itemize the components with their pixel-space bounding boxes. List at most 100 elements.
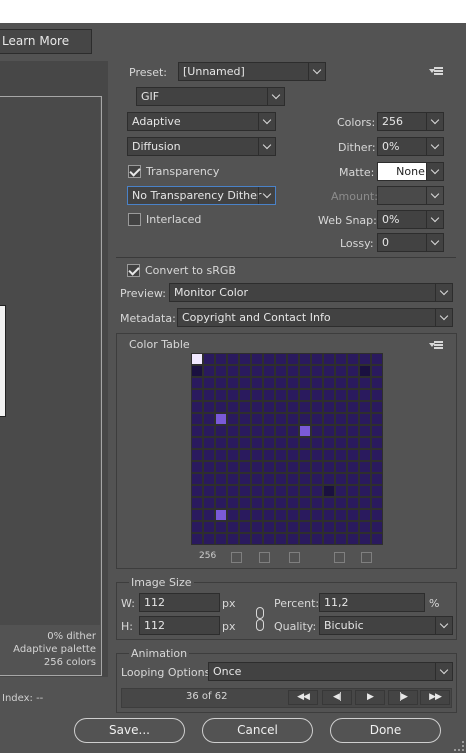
next-frame-button[interactable]: |▶	[388, 690, 418, 705]
color-swatch[interactable]	[371, 353, 383, 365]
color-swatch[interactable]	[191, 437, 203, 449]
color-swatch[interactable]	[287, 389, 299, 401]
color-swatch[interactable]	[347, 449, 359, 461]
color-swatch[interactable]	[251, 497, 263, 509]
color-swatch[interactable]	[323, 377, 335, 389]
color-swatch[interactable]	[227, 353, 239, 365]
color-swatch[interactable]	[239, 389, 251, 401]
color-swatch[interactable]	[227, 461, 239, 473]
dither-algorithm-select[interactable]: Diffusion	[127, 137, 276, 156]
color-swatch[interactable]	[191, 521, 203, 533]
color-swatch[interactable]	[359, 365, 371, 377]
color-swatch[interactable]	[371, 521, 383, 533]
color-swatch[interactable]	[251, 473, 263, 485]
color-swatch[interactable]	[323, 497, 335, 509]
matte-select[interactable]: None	[377, 162, 444, 181]
color-swatch[interactable]	[239, 473, 251, 485]
color-swatch[interactable]	[323, 509, 335, 521]
color-swatch[interactable]	[311, 449, 323, 461]
metadata-select[interactable]: Copyright and Contact Info	[177, 308, 453, 327]
color-swatch[interactable]	[311, 401, 323, 413]
map-to-transparent-icon[interactable]	[231, 552, 242, 563]
reduction-select[interactable]: Adaptive	[127, 112, 276, 131]
colors-select[interactable]: 256	[377, 112, 444, 131]
color-swatch[interactable]	[251, 437, 263, 449]
color-swatch[interactable]	[251, 509, 263, 521]
color-swatch[interactable]	[263, 497, 275, 509]
color-swatch[interactable]	[227, 425, 239, 437]
color-swatch[interactable]	[191, 509, 203, 521]
color-swatch[interactable]	[347, 509, 359, 521]
color-swatch[interactable]	[347, 365, 359, 377]
color-swatch[interactable]	[323, 461, 335, 473]
color-swatch[interactable]	[359, 509, 371, 521]
color-swatch[interactable]	[215, 461, 227, 473]
color-swatch[interactable]	[251, 425, 263, 437]
color-swatch[interactable]	[347, 401, 359, 413]
color-swatch[interactable]	[275, 461, 287, 473]
color-swatch[interactable]	[239, 533, 251, 545]
color-swatch[interactable]	[251, 533, 263, 545]
color-swatch[interactable]	[371, 389, 383, 401]
color-swatch[interactable]	[347, 377, 359, 389]
color-swatch[interactable]	[239, 449, 251, 461]
color-swatch[interactable]	[251, 413, 263, 425]
color-swatch[interactable]	[311, 461, 323, 473]
color-swatch[interactable]	[215, 353, 227, 365]
transparency-checkbox[interactable]	[128, 165, 141, 178]
color-swatch[interactable]	[275, 389, 287, 401]
color-swatch[interactable]	[347, 485, 359, 497]
color-swatch[interactable]	[299, 389, 311, 401]
color-swatch[interactable]	[335, 401, 347, 413]
color-swatch[interactable]	[371, 485, 383, 497]
color-swatch[interactable]	[287, 425, 299, 437]
color-swatch[interactable]	[191, 485, 203, 497]
color-swatch[interactable]	[275, 425, 287, 437]
color-swatch[interactable]	[227, 377, 239, 389]
color-swatch[interactable]	[263, 353, 275, 365]
color-swatch[interactable]	[299, 365, 311, 377]
color-swatch[interactable]	[311, 353, 323, 365]
color-swatch[interactable]	[299, 473, 311, 485]
color-swatch[interactable]	[275, 437, 287, 449]
save-button[interactable]: Save...	[74, 718, 185, 743]
cancel-button[interactable]: Cancel	[202, 718, 313, 743]
color-swatch[interactable]	[251, 461, 263, 473]
color-swatch[interactable]	[263, 425, 275, 437]
color-swatch[interactable]	[371, 461, 383, 473]
color-table-menu-icon[interactable]	[429, 341, 443, 350]
color-swatch[interactable]	[347, 425, 359, 437]
color-swatch[interactable]	[215, 521, 227, 533]
color-swatch[interactable]	[347, 353, 359, 365]
websnap-select[interactable]: 0%	[377, 210, 444, 229]
color-swatch[interactable]	[239, 413, 251, 425]
color-swatch[interactable]	[371, 401, 383, 413]
color-swatch[interactable]	[299, 485, 311, 497]
color-swatch[interactable]	[251, 485, 263, 497]
color-swatch[interactable]	[215, 437, 227, 449]
color-swatch[interactable]	[239, 437, 251, 449]
done-button[interactable]: Done	[330, 718, 441, 743]
color-swatch[interactable]	[215, 533, 227, 545]
color-swatch[interactable]	[263, 533, 275, 545]
color-swatch[interactable]	[191, 533, 203, 545]
color-swatch[interactable]	[323, 533, 335, 545]
color-swatch[interactable]	[263, 473, 275, 485]
color-swatch[interactable]	[263, 401, 275, 413]
web-shift-icon[interactable]	[259, 552, 270, 563]
color-swatch[interactable]	[203, 473, 215, 485]
color-swatch[interactable]	[263, 413, 275, 425]
color-swatch[interactable]	[227, 473, 239, 485]
color-swatch[interactable]	[323, 449, 335, 461]
color-swatch[interactable]	[227, 497, 239, 509]
color-swatch[interactable]	[275, 473, 287, 485]
last-frame-button[interactable]: ▶▶	[420, 690, 450, 705]
color-swatch[interactable]	[323, 485, 335, 497]
color-swatch[interactable]	[227, 437, 239, 449]
color-swatch[interactable]	[203, 485, 215, 497]
new-color-icon[interactable]	[334, 552, 345, 563]
color-swatch[interactable]	[215, 365, 227, 377]
play-button[interactable]: ▶	[355, 690, 385, 705]
color-swatch[interactable]	[275, 485, 287, 497]
color-swatch[interactable]	[323, 425, 335, 437]
